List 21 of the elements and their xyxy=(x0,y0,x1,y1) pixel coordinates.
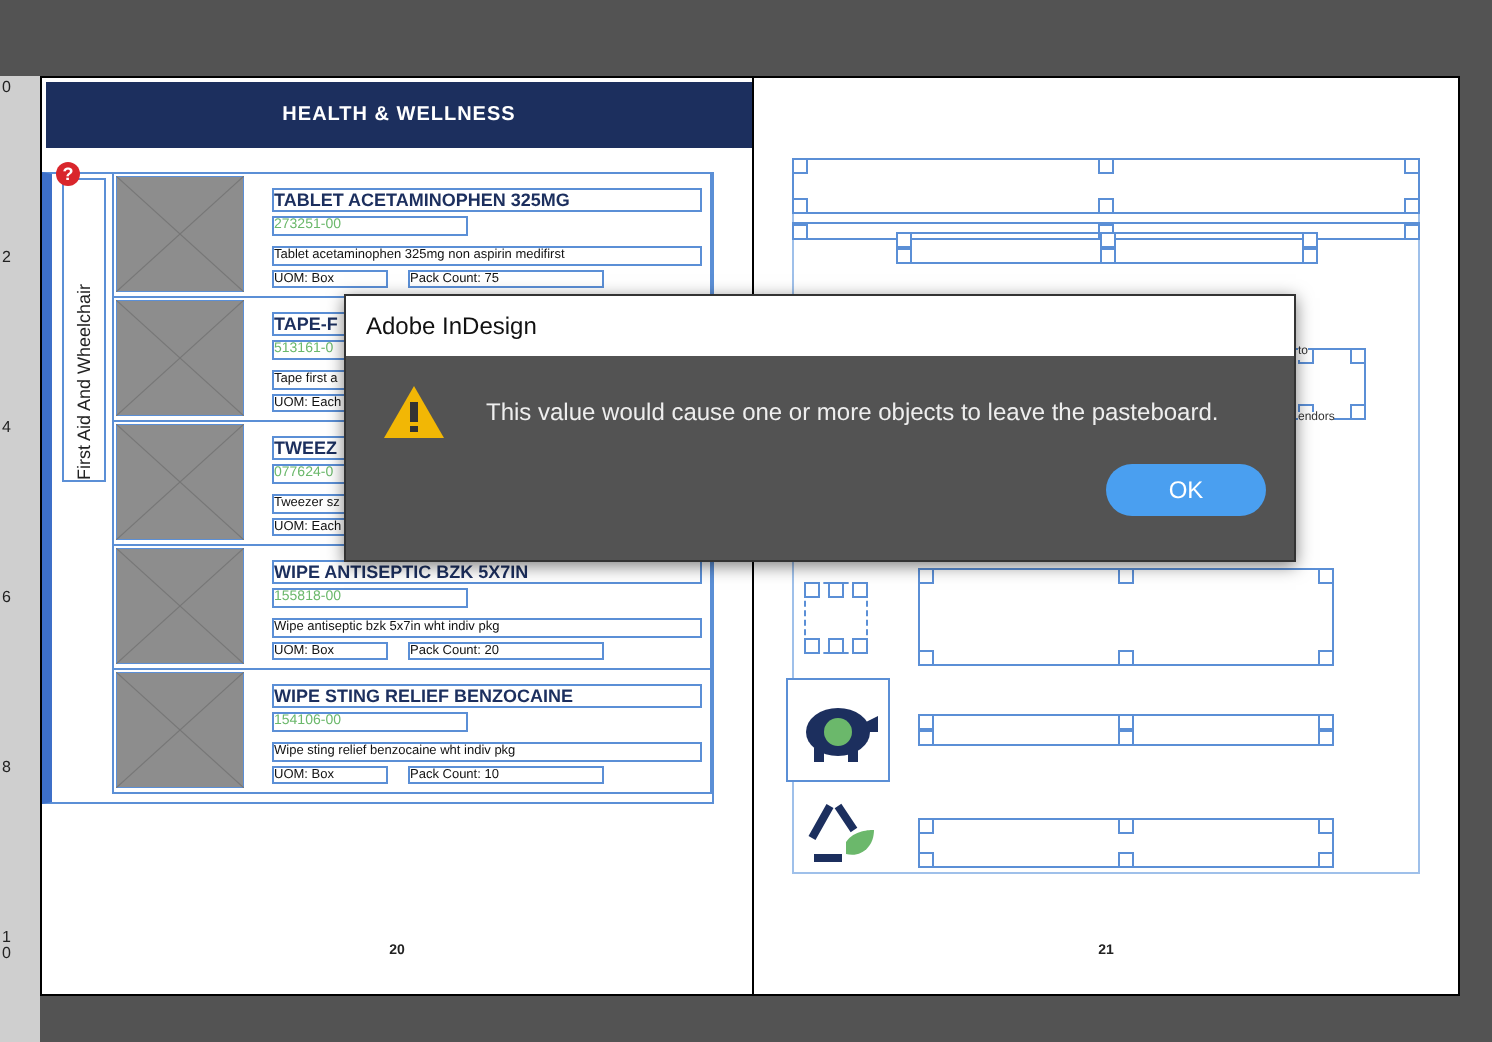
ruler-number: 4 xyxy=(0,420,11,436)
text-frame[interactable] xyxy=(918,818,1334,868)
piggy-bank-icon xyxy=(786,678,890,782)
ruler-number: 8 xyxy=(0,760,11,776)
dialog-title: Adobe InDesign xyxy=(346,296,1294,356)
product-name: WIPE STING RELIEF BENZOCAINE xyxy=(272,684,702,708)
text-frame[interactable] xyxy=(918,568,1334,666)
ok-button[interactable]: OK xyxy=(1106,464,1266,516)
alert-badge: ? xyxy=(56,162,80,186)
ruler-number: 2 xyxy=(0,250,11,266)
text-frame[interactable] xyxy=(918,714,1334,746)
text-frame[interactable] xyxy=(804,582,868,654)
warning-icon xyxy=(382,384,446,440)
ruler-number: 6 xyxy=(0,590,11,606)
text-frame[interactable] xyxy=(792,158,1420,214)
ruler-number: 0 xyxy=(0,80,11,96)
section-header: HEALTH & WELLNESS xyxy=(46,82,752,148)
ruler-number: 10 xyxy=(0,930,11,962)
dialog-message: This value would cause one or more objects to leave the pasteboard. xyxy=(486,398,1219,426)
product-name: TABLET ACETAMINOPHEN 325MG xyxy=(272,188,702,212)
text-frame[interactable] xyxy=(896,232,1318,264)
